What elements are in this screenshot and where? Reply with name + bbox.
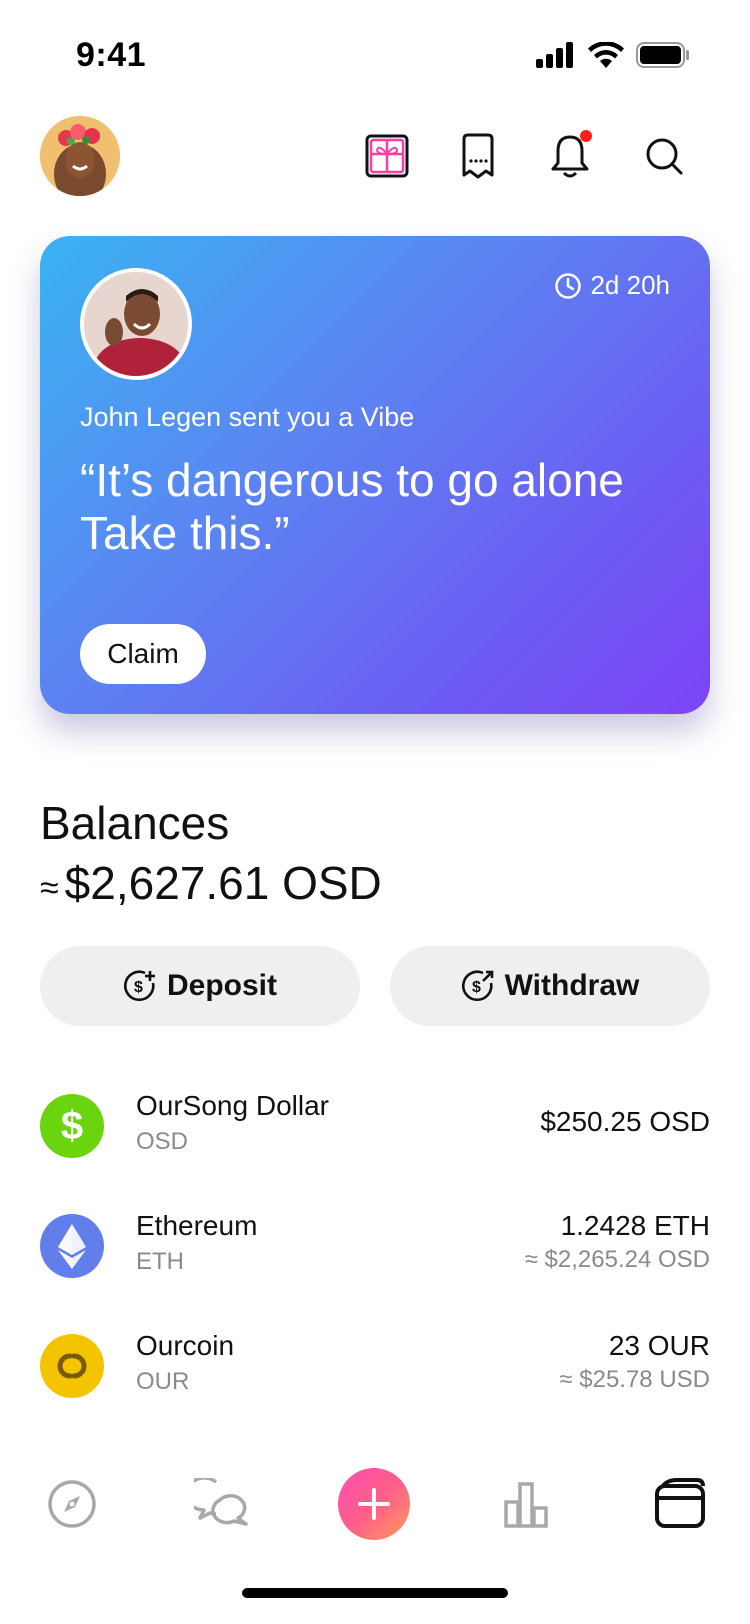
asset-symbol: OUR xyxy=(136,1368,190,1395)
asset-name: OurSong Dollar xyxy=(136,1090,329,1121)
status-time: 9:41 xyxy=(76,36,147,74)
user-avatar[interactable] xyxy=(40,116,120,196)
asset-row-osd[interactable]: $ OurSong Dollar OSD $250.25 OSD xyxy=(40,1084,710,1174)
asset-row-our[interactable]: Ourcoin OUR 23 OUR ≈ $25.78 USD xyxy=(40,1324,710,1414)
notification-dot xyxy=(580,130,592,142)
asset-name: Ourcoin xyxy=(136,1330,235,1361)
deposit-button[interactable]: $ Deposit xyxy=(40,946,360,1026)
ourcoin-icon xyxy=(40,1334,104,1398)
status-icons xyxy=(536,42,690,68)
asset-amount: 23 OUR xyxy=(608,1330,710,1361)
battery-icon xyxy=(636,42,689,68)
clock-icon xyxy=(555,272,582,299)
bell-icon[interactable] xyxy=(546,130,594,180)
total-amount: $2,627.61 OSD xyxy=(64,857,382,909)
explore-icon[interactable] xyxy=(40,1472,104,1536)
vibe-from-text: John Legen sent you a Vibe xyxy=(80,402,415,432)
asset-row-eth[interactable]: Ethereum ETH 1.2428 ETH ≈ $2,265.24 OSD xyxy=(40,1204,710,1294)
asset-symbol: OSD xyxy=(136,1128,189,1155)
claim-button[interactable]: Claim xyxy=(80,624,206,684)
wallet-icon[interactable] xyxy=(648,1472,712,1536)
chat-icon[interactable] xyxy=(190,1472,254,1536)
asset-symbol: ETH xyxy=(136,1248,184,1275)
asset-name: Ethereum xyxy=(136,1210,258,1241)
tab-bar xyxy=(0,1460,750,1550)
withdraw-icon: $ xyxy=(461,970,493,1002)
expiry-timer: 2d 20h xyxy=(554,270,670,301)
status-bar: 9:41 xyxy=(0,0,750,100)
vibe-card[interactable]: 2d 20h John Legen sent you a Vibe “It’s … xyxy=(40,236,710,714)
sender-avatar xyxy=(80,268,192,380)
svg-text:$: $ xyxy=(134,979,143,996)
home-indicator xyxy=(242,1588,508,1598)
asset-fiat: ≈ $25.78 USD xyxy=(559,1366,710,1393)
receipt-icon[interactable] xyxy=(454,132,502,180)
deposit-icon: $ xyxy=(123,970,155,1002)
svg-text:$: $ xyxy=(61,1104,83,1148)
gift-icon[interactable] xyxy=(363,132,411,180)
ethereum-icon xyxy=(40,1214,104,1278)
user-avatar-image xyxy=(40,116,120,196)
balances-total: ≈ $2,627.61 OSD xyxy=(40,856,382,910)
balances-title: Balances xyxy=(40,797,230,849)
dollar-icon: $ xyxy=(40,1094,104,1158)
approx-sign: ≈ xyxy=(40,869,59,907)
signal-icon xyxy=(536,42,573,68)
svg-text:$: $ xyxy=(472,979,481,996)
wifi-icon xyxy=(588,42,624,68)
withdraw-button[interactable]: $ Withdraw xyxy=(390,946,710,1026)
deposit-label: Deposit xyxy=(166,969,277,1002)
top-header xyxy=(0,110,750,200)
timer-text: 2d 20h xyxy=(590,270,670,300)
asset-amount: $250.25 OSD xyxy=(540,1106,710,1137)
add-button[interactable] xyxy=(338,1468,410,1540)
add-icon xyxy=(358,1488,390,1520)
asset-amount: 1.2428 ETH xyxy=(560,1210,710,1241)
stats-icon[interactable] xyxy=(494,1472,558,1536)
withdraw-label: Withdraw xyxy=(504,969,640,1002)
asset-fiat: ≈ $2,265.24 OSD xyxy=(524,1246,710,1273)
search-icon[interactable] xyxy=(640,132,688,180)
vibe-quote: “It’s dangerous to go alone Take this.” xyxy=(80,454,624,559)
